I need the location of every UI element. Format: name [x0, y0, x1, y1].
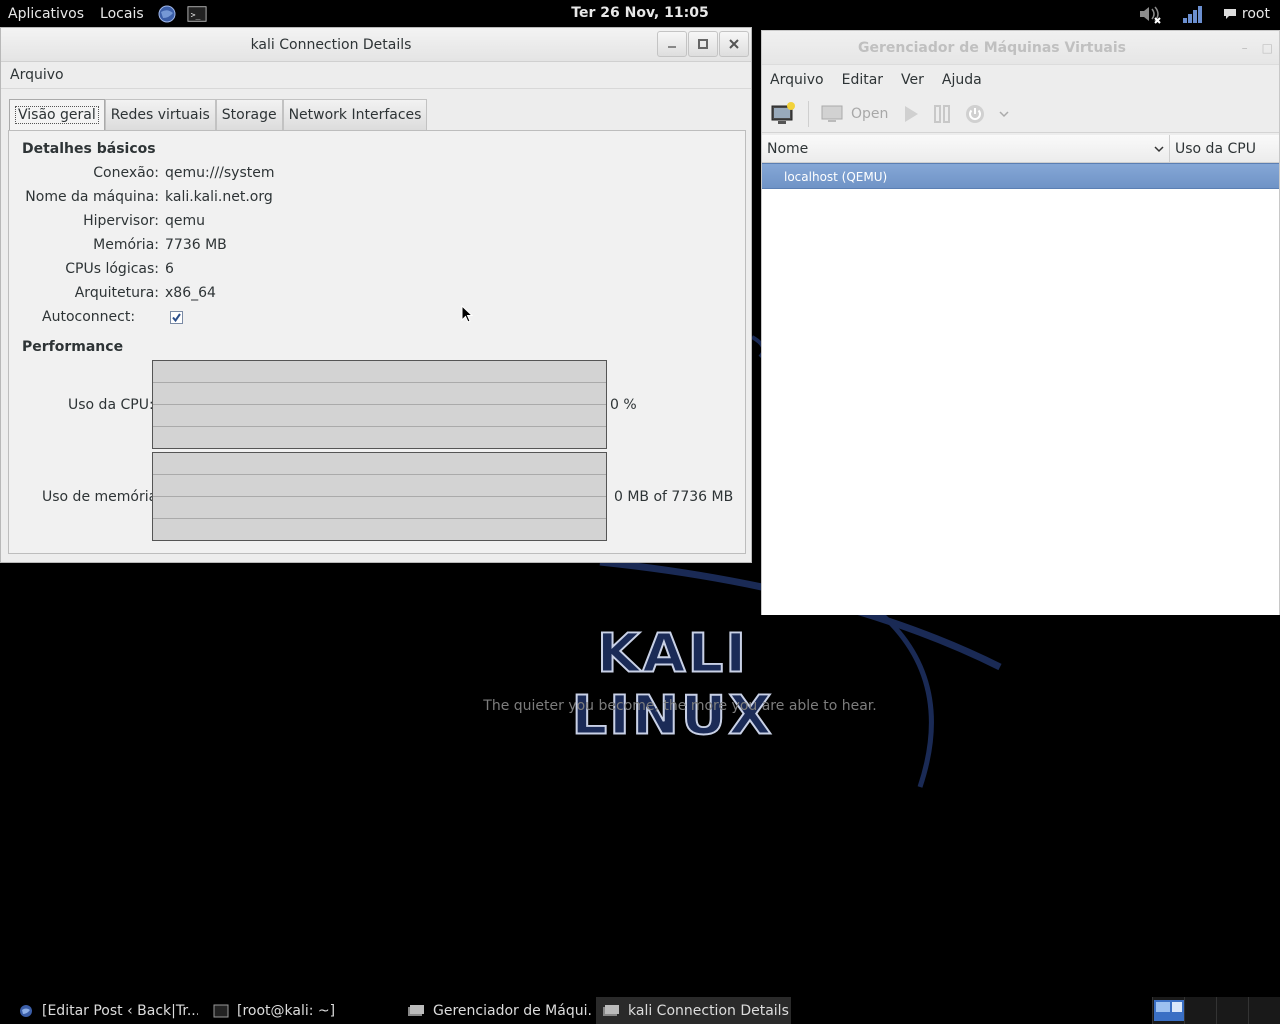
vm-list-header: Nome Uso da CPU [762, 135, 1279, 163]
architecture-label: Arquitetura: [74, 285, 159, 301]
cpu-usage-label: Uso da CPU: [68, 397, 154, 413]
task-virt-manager[interactable]: Gerenciador de Máqui... [407, 997, 593, 1024]
open-label: Open [851, 105, 889, 122]
virt-manager-icon [602, 1004, 620, 1018]
sort-chevron-icon [1154, 146, 1164, 153]
connection-value: qemu:///system [165, 165, 275, 181]
task-browser[interactable]: [Editar Post ‹ Back|Tr... [18, 997, 198, 1024]
terminal-icon[interactable]: >_ [187, 4, 207, 24]
checkmark-icon [172, 313, 181, 323]
memory-label: Memória: [93, 237, 159, 253]
list-item[interactable]: localhost (QEMU) [762, 163, 1279, 189]
close-icon [729, 39, 739, 49]
basic-details-heading: Detalhes básicos [22, 141, 156, 157]
vm-list: Nome Uso da CPU localhost (QEMU) [762, 135, 1279, 615]
applications-menu[interactable]: Aplicativos [0, 6, 92, 22]
power-icon [966, 104, 985, 123]
browser-icon[interactable] [157, 4, 177, 24]
autoconnect-checkbox[interactable] [170, 311, 183, 324]
chat-bubble-icon [1223, 8, 1236, 19]
hostname-label: Nome da máquina: [25, 189, 159, 205]
details-menubar: Arquivo [1, 62, 751, 89]
user-name: root [1241, 5, 1270, 22]
mouse-pointer-icon [461, 305, 473, 323]
menu-file[interactable]: Arquivo [770, 72, 824, 88]
run-vm-button[interactable] [900, 104, 920, 124]
connection-details-window: kali Connection Details Arquivo Visão ge… [0, 27, 752, 563]
connection-label: Conexão: [93, 165, 159, 181]
minimize-icon [668, 46, 676, 48]
kali-tagline: The quieter you become, the more you are… [483, 698, 877, 714]
vmm-window-title: Gerenciador de Máquinas Virtuais [857, 40, 1127, 56]
task-connection-details[interactable]: kali Connection Details [596, 997, 791, 1024]
vmm-maximize-button[interactable]: □ [1262, 41, 1273, 55]
volume-muted-icon[interactable] [1137, 3, 1163, 25]
open-vm-button[interactable]: Open [821, 104, 888, 124]
details-titlebar[interactable]: kali Connection Details [1, 28, 751, 62]
workspace-1[interactable] [1152, 997, 1184, 1024]
vmm-menubar: Arquivo Editar Ver Ajuda [762, 65, 1279, 95]
menu-arquivo[interactable]: Arquivo [10, 67, 64, 83]
bottom-panel: [Editar Post ‹ Back|Tr... [root@kali: ~]… [0, 997, 1280, 1024]
new-vm-icon [771, 101, 795, 124]
maximize-icon [698, 39, 708, 49]
overview-page: Detalhes básicos Conexão: qemu:///system… [8, 130, 746, 554]
pause-vm-button[interactable] [932, 104, 952, 124]
terminal-icon [213, 1004, 229, 1018]
virt-manager-icon [407, 1004, 425, 1018]
performance-heading: Performance [22, 339, 124, 355]
pause-icon [934, 104, 951, 123]
details-tabs: Visão geral Redes virtuais Storage Netwo… [9, 99, 428, 130]
hypervisor-value: qemu [165, 213, 206, 229]
minimize-button[interactable] [657, 31, 687, 57]
svg-text:>_: >_ [190, 9, 200, 19]
close-button[interactable] [719, 31, 749, 57]
menu-edit[interactable]: Editar [842, 72, 883, 88]
workspace-switcher [1152, 997, 1280, 1024]
memory-usage-value: 0 MB of 7736 MB [614, 489, 734, 505]
user-menu[interactable]: root [1223, 6, 1270, 22]
monitor-icon [821, 105, 843, 122]
vmm-titlebar[interactable]: Gerenciador de Máquinas Virtuais – □ [762, 31, 1279, 65]
tab-network-interfaces[interactable]: Network Interfaces [282, 99, 428, 130]
memory-value: 7736 MB [165, 237, 227, 253]
cpu-usage-graph [152, 360, 607, 449]
column-name[interactable]: Nome [762, 135, 1170, 162]
vmm-minimize-button[interactable]: – [1242, 41, 1248, 55]
top-panel: Aplicativos Locais >_ Ter 26 Nov, 11:05 … [0, 0, 1280, 27]
new-vm-button[interactable] [770, 101, 796, 126]
logical-cpus-value: 6 [165, 261, 174, 277]
places-menu[interactable]: Locais [92, 6, 152, 22]
memory-usage-label: Uso de memória: [42, 489, 162, 505]
architecture-value: x86_64 [165, 285, 216, 301]
kali-logo-text: KALI LINUX [570, 622, 774, 747]
play-icon [905, 105, 919, 122]
shutdown-vm-button[interactable] [964, 103, 986, 125]
virtual-machine-manager-window: Gerenciador de Máquinas Virtuais – □ Arq… [761, 30, 1280, 615]
workspace-2[interactable] [1184, 997, 1216, 1024]
task-terminal[interactable]: [root@kali: ~] [213, 997, 393, 1024]
window-title: kali Connection Details [250, 37, 412, 53]
cpu-usage-value: 0 % [610, 397, 637, 413]
hypervisor-label: Hipervisor: [83, 213, 159, 229]
chevron-down-icon [999, 110, 1009, 117]
network-signal-icon[interactable] [1181, 4, 1205, 24]
tab-overview[interactable]: Visão geral [9, 99, 105, 130]
menu-view[interactable]: Ver [901, 72, 924, 88]
tab-storage[interactable]: Storage [215, 99, 283, 130]
memory-usage-graph [152, 452, 607, 541]
hostname-value: kali.kali.net.org [165, 189, 273, 205]
workspace-3[interactable] [1216, 997, 1248, 1024]
workspace-4[interactable] [1248, 997, 1280, 1024]
tab-virtual-networks[interactable]: Redes virtuais [104, 99, 216, 130]
shutdown-menu-button[interactable] [998, 109, 1010, 119]
autoconnect-label: Autoconnect: [42, 309, 136, 325]
maximize-button[interactable] [688, 31, 718, 57]
browser-icon [18, 1003, 34, 1019]
system-tray: root [1137, 0, 1280, 27]
menu-help[interactable]: Ajuda [942, 72, 982, 88]
vmm-toolbar: Open [762, 95, 1279, 133]
column-cpu-usage[interactable]: Uso da CPU [1170, 135, 1256, 162]
logical-cpus-label: CPUs lógicas: [65, 261, 159, 277]
